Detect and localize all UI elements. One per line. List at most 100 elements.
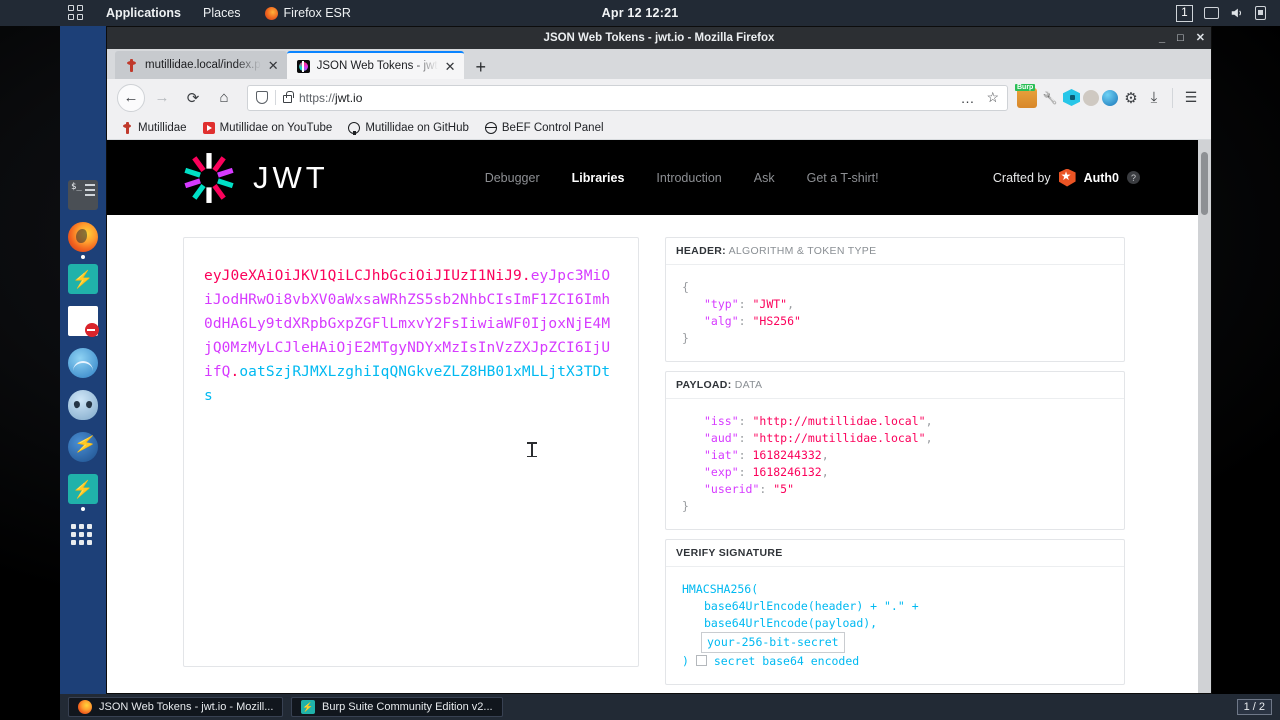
tab-jwt-io[interactable]: JSON Web Tokens - jwt ✕ xyxy=(286,51,464,79)
json-value: "JWT" xyxy=(752,297,788,311)
window-list-taskbar: JSON Web Tokens - jwt.io - Mozill... Bur… xyxy=(60,694,1280,720)
json-key: "userid" xyxy=(704,482,760,496)
gear-icon[interactable] xyxy=(1121,88,1141,108)
burp-icon[interactable]: Burp xyxy=(1015,83,1037,108)
json-key: "typ" xyxy=(704,297,739,311)
bookmark-mutillidae-youtube[interactable]: Mutillidae on YouTube xyxy=(202,121,332,134)
signature-panel-label: VERIFY SIGNATURE xyxy=(676,547,783,559)
scrollbar-thumb[interactable] xyxy=(1201,152,1208,215)
dock-item-firefox[interactable] xyxy=(68,222,98,259)
taskbar-item-label: Burp Suite Community Edition v2... xyxy=(322,701,493,713)
tab-bar: mutillidae.local/index.p ✕ JSON Web Toke… xyxy=(107,49,1211,79)
download-icon[interactable] xyxy=(1144,88,1164,108)
help-icon[interactable]: ? xyxy=(1127,171,1140,184)
back-button[interactable]: ← xyxy=(117,83,145,112)
dock-item-burpsuite[interactable] xyxy=(68,264,98,294)
dock-item-burpsuite-2[interactable] xyxy=(68,474,98,511)
bookmark-beef-control-panel[interactable]: BeEF Control Panel xyxy=(484,121,604,134)
bookmark-mutillidae-github[interactable]: Mutillidae on GitHub xyxy=(348,121,469,135)
navigation-toolbar: ← → ⟳ ⌂ https://jwt.io … ☆ Burp xyxy=(107,79,1211,116)
page-scrollbar[interactable] xyxy=(1198,140,1211,693)
nav-introduction[interactable]: Introduction xyxy=(656,171,721,185)
new-tab-button[interactable]: + xyxy=(464,58,499,79)
page-actions-icon[interactable]: … xyxy=(956,90,979,106)
divider xyxy=(275,90,276,105)
encoded-token-box[interactable]: eyJ0eXAiOiJKV1QiLCJhbGciOiJIUzI1NiJ9.eyJ… xyxy=(183,237,639,667)
dock-item-wireshark[interactable] xyxy=(68,348,98,378)
json-key: "iss" xyxy=(704,414,739,428)
json-brace: } xyxy=(682,499,689,513)
nav-libraries[interactable]: Libraries xyxy=(572,171,625,185)
dock-item-beef[interactable] xyxy=(68,390,98,420)
reload-button[interactable]: ⟳ xyxy=(179,84,207,112)
signature-close-paren: ) xyxy=(682,654,689,668)
base64-secret-checkbox[interactable] xyxy=(695,655,707,666)
maximize-button[interactable]: □ xyxy=(1177,32,1184,44)
app-menu-icon[interactable] xyxy=(1181,88,1201,108)
window-controls: _ □ ✕ xyxy=(1159,27,1205,49)
tracking-protection-icon[interactable] xyxy=(256,91,268,104)
cookie-icon[interactable] xyxy=(1083,89,1099,106)
payload-panel: PAYLOAD: DATA "iss": "http://mutillidae.… xyxy=(665,371,1125,530)
json-value: "HS256" xyxy=(752,314,801,328)
page-viewport: JWT Debugger Libraries Introduction Ask … xyxy=(107,140,1211,693)
header-panel-body[interactable]: { "typ": "JWT", "alg": "HS256" } xyxy=(666,265,1124,361)
nav-get-a-tshirt[interactable]: Get a T-shirt! xyxy=(807,171,879,185)
site-logo[interactable]: JWT xyxy=(183,152,329,204)
json-value: "5" xyxy=(773,482,795,496)
url-bar[interactable]: https://jwt.io … ☆ xyxy=(247,84,1008,111)
globe-icon[interactable] xyxy=(1102,89,1118,106)
bookmarks-bar: Mutillidae Mutillidae on YouTube Mutilli… xyxy=(107,116,1211,140)
gnome-top-bar: Applications Places Firefox ESR Apr 12 1… xyxy=(0,0,1280,26)
jwt-icon xyxy=(296,59,310,73)
show-applications-icon[interactable] xyxy=(71,524,95,548)
tab-label: mutillidae.local/index.p xyxy=(145,59,261,71)
display-icon[interactable] xyxy=(1204,7,1219,19)
tab-close-icon[interactable]: ✕ xyxy=(268,59,279,72)
encoded-token-text[interactable]: eyJ0eXAiOiJKV1QiLCJhbGciOiJIUzI1NiJ9.eyJ… xyxy=(204,264,618,408)
signature-panel-title: VERIFY SIGNATURE xyxy=(666,540,1124,567)
bookmark-star-icon[interactable]: ☆ xyxy=(986,89,999,106)
url-scheme: https:// xyxy=(299,90,336,105)
secret-input[interactable]: your-256-bit-secret xyxy=(701,632,845,653)
lock-icon[interactable] xyxy=(283,90,294,103)
bookmark-mutillidae[interactable]: Mutillidae xyxy=(121,121,187,134)
json-value: 1618244332 xyxy=(752,448,822,462)
screen-root: Applications Places Firefox ESR Apr 12 1… xyxy=(0,0,1280,720)
beef-icon xyxy=(484,121,497,134)
close-button[interactable]: ✕ xyxy=(1196,32,1205,44)
tab-mutillidae[interactable]: mutillidae.local/index.p ✕ xyxy=(115,51,287,79)
payload-panel-label: PAYLOAD: xyxy=(676,379,732,391)
nav-ask[interactable]: Ask xyxy=(754,171,775,185)
taskbar-item-label: JSON Web Tokens - jwt.io - Mozill... xyxy=(99,701,274,713)
mutillidae-icon xyxy=(125,58,138,72)
wrench-icon[interactable] xyxy=(1040,88,1060,108)
taskbar-item-firefox[interactable]: JSON Web Tokens - jwt.io - Mozill... xyxy=(68,697,283,717)
dock-item-terminal[interactable] xyxy=(68,180,98,210)
minimize-button[interactable]: _ xyxy=(1159,32,1165,44)
payload-panel-title: PAYLOAD: DATA xyxy=(666,372,1124,399)
taskbar-item-burpsuite[interactable]: Burp Suite Community Edition v2... xyxy=(291,697,503,717)
signature-panel-body[interactable]: HMACSHA256( base64UrlEncode(header) + ".… xyxy=(666,567,1124,684)
signature-line-2: base64UrlEncode(header) + "." + xyxy=(704,599,919,613)
cube-icon[interactable] xyxy=(1063,89,1080,106)
json-key: "aud" xyxy=(704,431,739,445)
nav-debugger[interactable]: Debugger xyxy=(485,171,540,185)
json-brace: } xyxy=(682,331,689,345)
bookmark-label: Mutillidae xyxy=(138,121,187,134)
crafted-by-auth0[interactable]: Crafted by Auth0 ? xyxy=(993,168,1140,187)
running-indicator xyxy=(81,255,85,259)
token-separator: . xyxy=(521,268,531,284)
dock-item-document-blocked[interactable] xyxy=(68,306,99,337)
header-panel-subtitle: ALGORITHM & TOKEN TYPE xyxy=(728,245,877,257)
clock[interactable]: Apr 12 12:21 xyxy=(0,6,1280,20)
payload-panel-body[interactable]: "iss": "http://mutillidae.local", "aud":… xyxy=(666,399,1124,529)
forward-button[interactable]: → xyxy=(148,84,176,112)
mouse-cursor xyxy=(527,442,537,457)
home-button[interactable]: ⌂ xyxy=(210,84,238,112)
tab-close-icon[interactable]: ✕ xyxy=(445,60,456,73)
dock-item-hydra[interactable] xyxy=(68,432,98,462)
power-icon[interactable] xyxy=(1255,6,1266,20)
url-text: https://jwt.io xyxy=(299,91,949,105)
workspace-switcher[interactable]: 1 / 2 xyxy=(1236,699,1272,715)
